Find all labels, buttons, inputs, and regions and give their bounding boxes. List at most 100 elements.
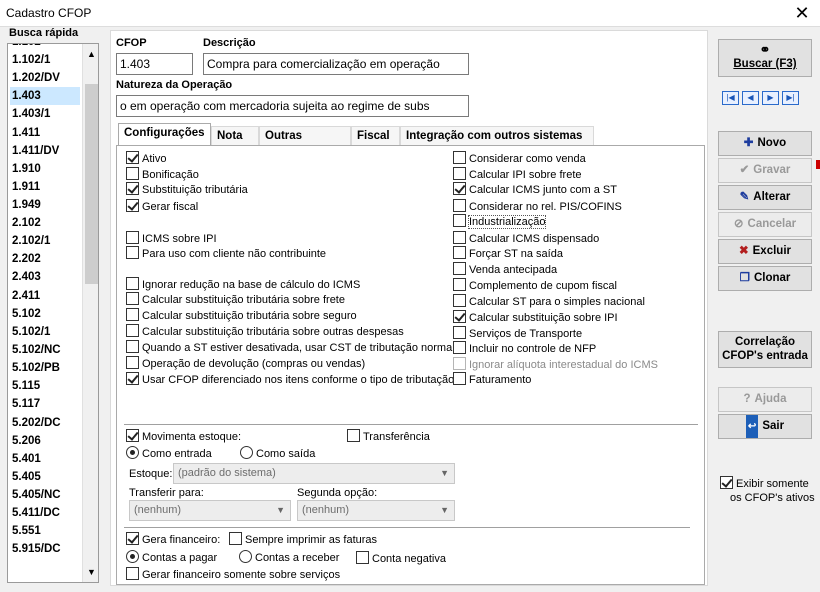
- natureza-field[interactable]: o em operação com mercadoria sujeita ao …: [116, 95, 469, 117]
- cfop-list-item[interactable]: 1.911: [12, 178, 80, 196]
- cfop-list-item[interactable]: 5.102: [12, 305, 80, 323]
- cfop-list-item[interactable]: 2.403: [12, 268, 80, 286]
- option-checkbox[interactable]: Calcular substituição tributária sobre o…: [126, 324, 404, 339]
- tab-nota[interactable]: Nota: [211, 126, 259, 145]
- option-checkbox[interactable]: Serviços de Transporte: [453, 326, 582, 341]
- cfop-list-item[interactable]: 2.411: [12, 287, 80, 305]
- option-checkbox[interactable]: Calcular substituição tributária sobre f…: [126, 292, 345, 307]
- cfop-list-item[interactable]: 2.202: [12, 250, 80, 268]
- como-saida-radio[interactable]: Como saída: [240, 446, 315, 461]
- cfop-list-item[interactable]: 5.401: [12, 450, 80, 468]
- cfop-list-item[interactable]: 5.405: [12, 468, 80, 486]
- option-checkbox[interactable]: Quando a ST estiver desativada, usar CST…: [126, 340, 455, 355]
- conta-negativa-checkbox[interactable]: Conta negativa: [356, 551, 446, 566]
- option-checkbox[interactable]: Ignorar alíquota interestadual do ICMS: [453, 357, 658, 372]
- sair-button[interactable]: ↩ Sair: [718, 414, 812, 439]
- tab-integracao[interactable]: Integração com outros sistemas: [400, 126, 594, 145]
- close-icon[interactable]: ✕: [790, 2, 814, 24]
- transferencia-checkbox[interactable]: Transferência: [347, 429, 430, 444]
- alterar-button[interactable]: ✎ Alterar: [718, 185, 812, 210]
- correlacao-button[interactable]: Correlação CFOP's entrada: [718, 331, 812, 368]
- cfop-list-item[interactable]: 5.115: [12, 377, 80, 395]
- option-checkbox[interactable]: Calcular ICMS dispensado: [453, 231, 599, 246]
- contas-pagar-radio[interactable]: Contas a pagar: [126, 550, 217, 565]
- excluir-button[interactable]: ✖ Excluir: [718, 239, 812, 264]
- scroll-up-icon[interactable]: ▲: [83, 46, 98, 62]
- cfop-field[interactable]: 1.403: [116, 53, 193, 75]
- option-checkbox[interactable]: Considerar como venda: [453, 151, 586, 166]
- ajuda-button[interactable]: ? Ajuda: [718, 387, 812, 412]
- transferir-select[interactable]: (nenhum) ▼: [129, 500, 291, 521]
- cfop-list-item[interactable]: 5.202/DC: [12, 414, 80, 432]
- cfop-list-item[interactable]: 1.411/DV: [12, 142, 80, 160]
- exibir-ativos-checkbox[interactable]: Exibir somente: [720, 476, 809, 491]
- first-record-icon[interactable]: |◀: [722, 91, 739, 105]
- sempre-imprimir-checkbox[interactable]: Sempre imprimir as faturas: [229, 532, 377, 547]
- cfop-list-item[interactable]: 1.403: [10, 87, 80, 105]
- option-checkbox[interactable]: Substituição tributária: [126, 182, 248, 197]
- list-scrollbar[interactable]: ▲ ▼: [82, 44, 98, 582]
- cfop-list[interactable]: 1.1021.102/11.202/DV1.4031.403/11.4111.4…: [7, 43, 99, 583]
- cfop-list-item[interactable]: 2.102: [12, 214, 80, 232]
- option-checkbox[interactable]: Venda antecipada: [453, 262, 557, 277]
- cfop-list-item[interactable]: 1.403/1: [12, 105, 80, 123]
- scroll-down-icon[interactable]: ▼: [83, 564, 98, 580]
- option-checkbox[interactable]: Operação de devolução (compras ou vendas…: [126, 356, 365, 371]
- contas-receber-radio[interactable]: Contas a receber: [239, 550, 339, 565]
- cfop-list-item[interactable]: 2.102/1: [12, 232, 80, 250]
- option-checkbox[interactable]: Considerar no rel. PIS/COFINS: [453, 199, 622, 214]
- option-checkbox[interactable]: Incluir no controle de NFP: [453, 341, 596, 356]
- cfop-list-item[interactable]: 5.102/PB: [12, 359, 80, 377]
- cfop-list-item[interactable]: 5.551: [12, 522, 80, 540]
- cfop-list-item[interactable]: 5.405/NC: [12, 486, 80, 504]
- option-checkbox[interactable]: Calcular ICMS junto com a ST: [453, 182, 617, 197]
- cfop-list-item[interactable]: 5.117: [12, 395, 80, 413]
- tab-fiscal[interactable]: Fiscal: [351, 126, 400, 145]
- option-checkbox[interactable]: Forçar ST na saída: [453, 246, 563, 261]
- option-checkbox[interactable]: Calcular substituição tributária sobre s…: [126, 308, 357, 323]
- gravar-button[interactable]: ✔ Gravar: [718, 158, 812, 183]
- option-checkbox[interactable]: Industrialização: [453, 214, 547, 229]
- option-checkbox[interactable]: Complemento de cupom fiscal: [453, 278, 617, 293]
- cfop-list-item[interactable]: 1.202/DV: [12, 69, 80, 87]
- option-checkbox[interactable]: Bonificação: [126, 167, 199, 182]
- tab-outras-opcoes[interactable]: Outras opções: [259, 126, 351, 160]
- scroll-thumb[interactable]: [85, 84, 98, 284]
- option-checkbox[interactable]: Usar CFOP diferenciado nos itens conform…: [126, 372, 454, 387]
- segunda-opcao-select[interactable]: (nenhum) ▼: [297, 500, 455, 521]
- financeiro-servicos-checkbox[interactable]: Gerar financeiro somente sobre serviços: [126, 567, 340, 582]
- cfop-list-item[interactable]: 5.102/NC: [12, 341, 80, 359]
- tab-configuracoes[interactable]: Configurações: [118, 123, 211, 145]
- estoque-select[interactable]: (padrão do sistema) ▼: [173, 463, 455, 484]
- option-checkbox[interactable]: Calcular substituição sobre IPI: [453, 310, 618, 325]
- movimenta-estoque-checkbox[interactable]: Movimenta estoque:: [126, 429, 241, 444]
- cfop-list-item[interactable]: 1.411: [12, 124, 80, 142]
- cfop-list-item[interactable]: 1.910: [12, 160, 80, 178]
- last-record-icon[interactable]: ▶|: [782, 91, 799, 105]
- checkbox-box: [126, 532, 139, 545]
- cfop-list-item[interactable]: 5.206: [12, 432, 80, 450]
- option-checkbox[interactable]: Calcular ST para o simples nacional: [453, 294, 645, 309]
- cfop-list-item[interactable]: 1.102/1: [12, 51, 80, 69]
- option-checkbox[interactable]: Gerar fiscal: [126, 199, 198, 214]
- buscar-button[interactable]: ⚭ Buscar (F3): [718, 39, 812, 77]
- option-checkbox[interactable]: Para uso com cliente não contribuinte: [126, 246, 326, 261]
- cfop-list-item[interactable]: 1.102: [12, 44, 80, 51]
- como-entrada-radio[interactable]: Como entrada: [126, 446, 212, 461]
- option-checkbox[interactable]: Ativo: [126, 151, 166, 166]
- option-checkbox[interactable]: Calcular IPI sobre frete: [453, 167, 582, 182]
- prev-record-icon[interactable]: ◀: [742, 91, 759, 105]
- cancelar-button[interactable]: ⊘ Cancelar: [718, 212, 812, 237]
- cfop-list-item[interactable]: 5.411/DC: [12, 504, 80, 522]
- cfop-list-item[interactable]: 1.949: [12, 196, 80, 214]
- novo-button[interactable]: ✚ Novo: [718, 131, 812, 156]
- option-checkbox[interactable]: Ignorar redução na base de cálculo do IC…: [126, 277, 360, 292]
- cfop-list-item[interactable]: 5.915/DC: [12, 540, 80, 558]
- clonar-button[interactable]: ❐ Clonar: [718, 266, 812, 291]
- cfop-list-item[interactable]: 5.102/1: [12, 323, 80, 341]
- descricao-field[interactable]: Compra para comercialização em operação: [203, 53, 469, 75]
- option-checkbox[interactable]: Faturamento: [453, 372, 531, 387]
- next-record-icon[interactable]: ▶: [762, 91, 779, 105]
- gera-financeiro-checkbox[interactable]: Gera financeiro:: [126, 532, 220, 547]
- option-checkbox[interactable]: ICMS sobre IPI: [126, 231, 217, 246]
